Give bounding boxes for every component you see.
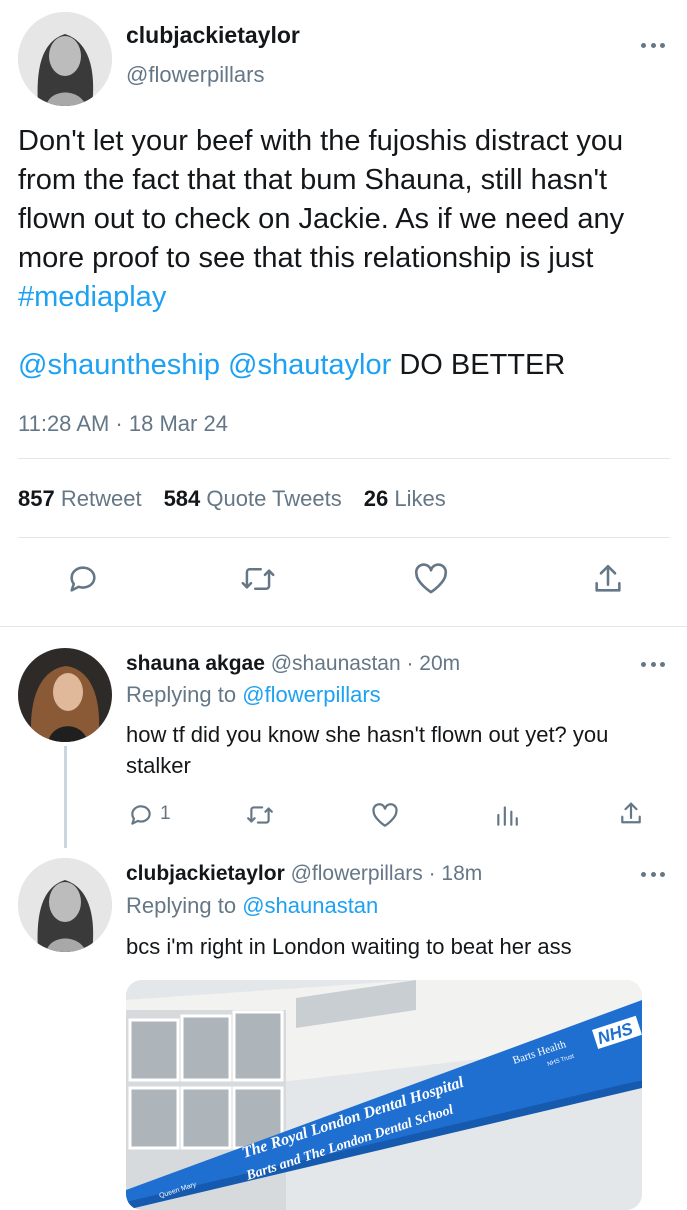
replying-to-link[interactable]: @shaunastan bbox=[242, 893, 378, 918]
hashtag-link[interactable]: #mediaplay bbox=[18, 281, 166, 313]
share-icon[interactable] bbox=[592, 562, 624, 596]
handle-time[interactable]: @flowerpillars · 18m bbox=[285, 862, 483, 885]
more-options-icon[interactable] bbox=[641, 869, 665, 879]
reply-count: 1 bbox=[160, 803, 171, 824]
tweet-body: Don't let your beef with the fujoshis di… bbox=[18, 125, 625, 274]
avatar[interactable] bbox=[18, 648, 112, 742]
replying-to: Replying to @flowerpillars bbox=[126, 682, 381, 707]
handle-time[interactable]: @shaunastan · 20m bbox=[265, 652, 460, 675]
retweet-icon[interactable] bbox=[246, 803, 274, 827]
retweet-icon[interactable] bbox=[240, 563, 276, 595]
display-name[interactable]: clubjackietaylor bbox=[126, 22, 300, 49]
display-name[interactable]: shauna akgae bbox=[126, 652, 265, 675]
handle[interactable]: @flowerpillars bbox=[126, 62, 264, 88]
retweet-stat[interactable]: 857 Retweet bbox=[18, 486, 142, 511]
mention-link[interactable]: @shautaylor bbox=[228, 349, 391, 381]
divider bbox=[18, 458, 670, 459]
timestamp[interactable]: 11:28 AM · 18 Mar 24 bbox=[18, 411, 228, 437]
stats-row: 857 Retweet 584 Quote Tweets 26 Likes bbox=[18, 486, 446, 512]
tweet-shout: DO BETTER bbox=[391, 349, 566, 381]
reply-header: clubjackietaylor @flowerpillars · 18m bbox=[126, 862, 482, 886]
reply-text: bcs i'm right in London waiting to beat … bbox=[126, 934, 572, 959]
tweet-text: Don't let your beef with the fujoshis di… bbox=[18, 122, 668, 317]
reply-text: how tf did you know she hasn't flown out… bbox=[126, 722, 609, 778]
replying-to-link[interactable]: @flowerpillars bbox=[242, 682, 380, 707]
reply-icon[interactable] bbox=[128, 802, 154, 828]
quote-tweets-stat[interactable]: 584 Quote Tweets bbox=[164, 486, 342, 511]
avatar[interactable] bbox=[18, 858, 112, 952]
more-options-icon[interactable] bbox=[641, 659, 665, 669]
like-icon[interactable] bbox=[413, 563, 449, 595]
mention-link[interactable]: @shauntheship bbox=[18, 349, 220, 381]
avatar[interactable] bbox=[18, 12, 112, 106]
divider bbox=[0, 626, 687, 627]
share-icon[interactable] bbox=[619, 800, 643, 827]
reply-icon[interactable] bbox=[66, 562, 100, 596]
replying-to: Replying to @shaunastan bbox=[126, 893, 379, 918]
reply-header: shauna akgae @shaunastan · 20m bbox=[126, 652, 460, 676]
tweet-mentions: @shauntheship @shautaylor DO BETTER bbox=[18, 346, 565, 385]
like-icon[interactable] bbox=[371, 803, 399, 828]
thread-line bbox=[64, 746, 67, 848]
analytics-icon[interactable] bbox=[494, 802, 520, 828]
attached-image[interactable]: The Royal London Dental Hospital Barts a… bbox=[126, 980, 642, 1210]
more-options-icon[interactable] bbox=[641, 40, 665, 50]
divider bbox=[18, 537, 670, 538]
display-name[interactable]: clubjackietaylor bbox=[126, 862, 285, 885]
likes-stat[interactable]: 26 Likes bbox=[364, 486, 446, 511]
